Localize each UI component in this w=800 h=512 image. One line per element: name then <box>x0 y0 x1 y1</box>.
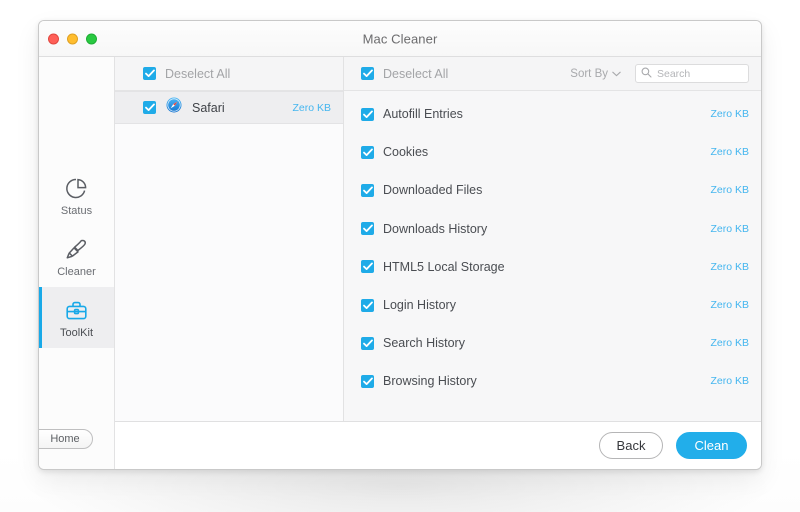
list-item[interactable]: Downloaded Files Zero KB <box>344 171 761 209</box>
details-header-tools: Sort By <box>570 64 749 83</box>
app-checkbox[interactable] <box>143 101 156 114</box>
brush-icon <box>63 236 90 263</box>
toolbox-icon <box>63 297 90 324</box>
search-field[interactable] <box>635 64 749 83</box>
list-item[interactable]: Search History Zero KB <box>344 324 761 362</box>
app-window: Mac Cleaner Status Cleaner ToolKit Home … <box>38 20 762 470</box>
sidebar-item-label: ToolKit <box>59 326 94 339</box>
item-label: Search History <box>383 336 465 351</box>
search-icon <box>641 65 652 83</box>
content-area: Deselect All Safari Zero KB Deselect All… <box>115 57 761 469</box>
list-item[interactable]: Browsing History Zero KB <box>344 362 761 400</box>
window-body: Status Cleaner ToolKit Home Deselect All… <box>39 57 761 469</box>
list-item[interactable]: HTML5 Local Storage Zero KB <box>344 248 761 286</box>
sidebar-nav: Status Cleaner ToolKit <box>39 165 114 348</box>
sidebar-item-toolkit[interactable]: ToolKit <box>39 287 114 348</box>
sidebar: Status Cleaner ToolKit Home <box>39 57 115 469</box>
item-label: Downloaded Files <box>383 183 483 198</box>
safari-compass-icon <box>166 97 182 118</box>
apps-panel: Deselect All Safari Zero KB <box>115 57 344 421</box>
list-item[interactable]: Downloads History Zero KB <box>344 210 761 248</box>
item-size: Zero KB <box>710 184 749 197</box>
item-label: HTML5 Local Storage <box>383 259 505 274</box>
item-checkbox[interactable] <box>361 222 374 236</box>
item-label: Autofill Entries <box>383 107 463 122</box>
deselect-all-label-details: Deselect All <box>383 66 449 81</box>
sidebar-item-label: Status <box>60 204 93 217</box>
item-size: Zero KB <box>710 146 749 159</box>
item-label: Browsing History <box>383 374 477 389</box>
sidebar-item-status[interactable]: Status <box>39 165 114 226</box>
details-items-list: Autofill Entries Zero KB Cookies Zero KB… <box>344 91 761 421</box>
item-size: Zero KB <box>710 260 749 273</box>
deselect-all-checkbox-details[interactable] <box>361 67 374 80</box>
list-item[interactable]: Autofill Entries Zero KB <box>344 95 761 133</box>
list-item[interactable]: Cookies Zero KB <box>344 133 761 171</box>
item-label: Login History <box>383 298 456 313</box>
item-size: Zero KB <box>710 375 749 388</box>
list-item[interactable]: Login History Zero KB <box>344 286 761 324</box>
item-checkbox[interactable] <box>361 298 374 312</box>
list-item[interactable]: Safari Zero KB <box>115 91 343 124</box>
apps-list: Safari Zero KB <box>115 91 343 421</box>
window-title: Mac Cleaner <box>362 31 438 46</box>
sort-by-label: Sort By <box>570 67 608 80</box>
item-checkbox[interactable] <box>361 336 374 350</box>
item-checkbox[interactable] <box>361 374 374 388</box>
window-footer: Back Clean <box>115 421 761 469</box>
item-size: Zero KB <box>710 222 749 235</box>
item-checkbox[interactable] <box>361 183 374 197</box>
item-size: Zero KB <box>710 337 749 350</box>
item-checkbox[interactable] <box>361 145 374 159</box>
item-size: Zero KB <box>710 299 749 312</box>
sidebar-item-label: Cleaner <box>57 265 96 278</box>
item-label: Downloads History <box>383 221 488 236</box>
item-size: Zero KB <box>710 108 749 121</box>
sidebar-item-cleaner[interactable]: Cleaner <box>39 226 114 287</box>
item-checkbox[interactable] <box>361 107 374 121</box>
apps-panel-header: Deselect All <box>115 57 343 91</box>
item-checkbox[interactable] <box>361 260 374 274</box>
sort-by-dropdown[interactable]: Sort By <box>570 68 621 80</box>
back-button[interactable]: Back <box>599 432 663 459</box>
details-panel: Deselect All Sort By Search Autofill Ent… <box>344 57 761 421</box>
sidebar-footer: Home <box>39 423 114 469</box>
app-size: Zero KB <box>292 101 331 114</box>
sidebar-top-spacer <box>39 57 114 165</box>
item-label: Cookies <box>383 145 429 160</box>
panels-row: Deselect All Safari Zero KB Deselect All… <box>115 57 761 421</box>
deselect-all-checkbox-apps[interactable] <box>143 67 156 80</box>
home-button[interactable]: Home <box>39 429 93 449</box>
pie-chart-icon <box>63 175 90 202</box>
app-name: Safari <box>192 100 225 115</box>
details-panel-header: Deselect All Sort By <box>344 57 761 91</box>
clean-button[interactable]: Clean <box>676 432 747 459</box>
deselect-all-label-apps: Deselect All <box>165 66 231 81</box>
window-titlebar: Mac Cleaner <box>39 21 761 57</box>
search-input[interactable] <box>657 67 743 80</box>
chevron-down-icon <box>612 68 621 80</box>
